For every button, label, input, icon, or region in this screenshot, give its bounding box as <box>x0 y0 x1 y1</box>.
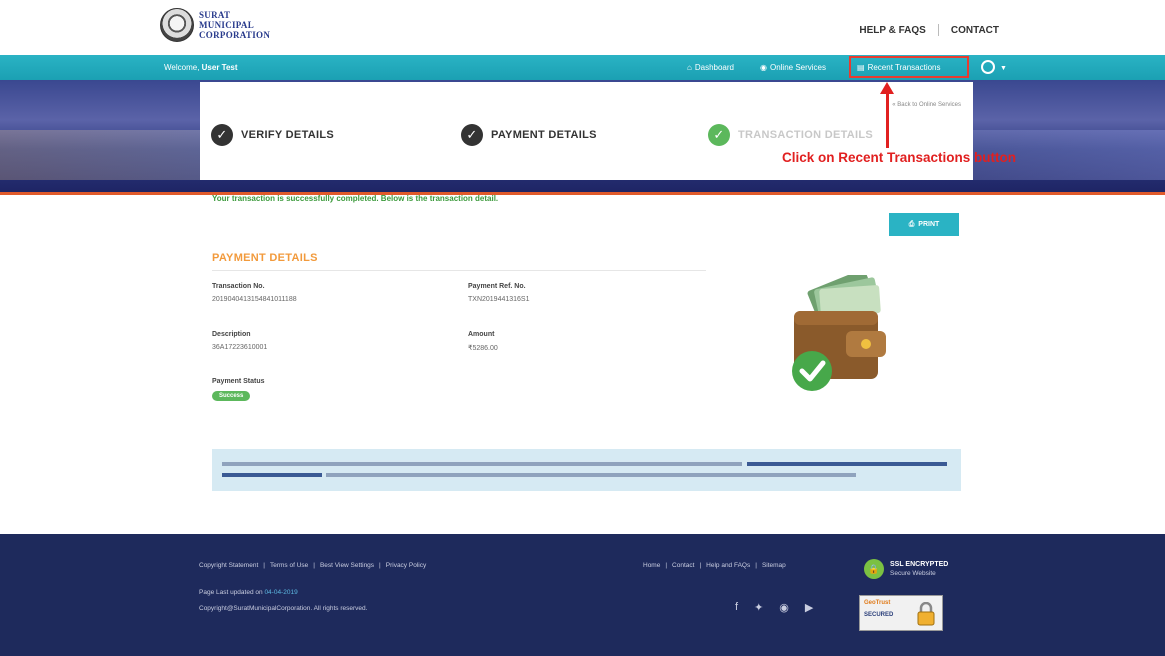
footer-link-sitemap[interactable]: Sitemap <box>762 562 786 569</box>
banner-divider <box>0 192 1165 195</box>
main-navbar: Welcome, User Test ⌂ Dashboard ◉ Online … <box>0 55 1165 80</box>
ssl-subtitle: Secure Website <box>890 570 936 577</box>
section-title: PAYMENT DETAILS <box>212 252 318 264</box>
footer-link-copyright[interactable]: Copyright Statement <box>199 562 258 569</box>
success-message: Your transaction is successfully complet… <box>212 194 499 203</box>
printer-icon: ⎙ <box>908 220 915 228</box>
contact-link[interactable]: CONTACT <box>951 25 999 36</box>
help-faqs-link[interactable]: HELP & FAQS <box>859 25 926 36</box>
ssl-title: SSL ENCRYPTED <box>890 561 949 568</box>
youtube-icon[interactable]: ▶ <box>805 601 813 614</box>
home-icon: ⌂ <box>687 63 692 72</box>
nav-dashboard[interactable]: ⌂ Dashboard <box>687 63 734 72</box>
check-icon: ✓ <box>461 124 483 146</box>
field-transaction-no: Transaction No. 2019040413154841011188 <box>212 283 297 303</box>
notice-text-lines <box>222 462 947 477</box>
recent-transactions-highlight <box>849 56 969 78</box>
ssl-encrypted-badge: 🔒 SSL ENCRYPTED Secure Website <box>864 559 948 579</box>
twitter-icon[interactable]: ✦ <box>754 601 763 614</box>
logo-line-2: MUNICIPAL <box>199 20 255 30</box>
facebook-icon[interactable]: f <box>735 601 738 614</box>
description-label: Description <box>212 331 251 338</box>
footer-link-help[interactable]: Help and FAQs <box>706 562 750 569</box>
amount-value: ₹5286.00 <box>468 345 498 352</box>
back-to-online-services-link[interactable]: « Back to Online Services <box>892 102 961 108</box>
smc-emblem-icon <box>160 8 194 42</box>
chevron-down-icon[interactable]: ▼ <box>1000 65 1007 72</box>
divider: | <box>665 562 668 569</box>
divider: | <box>755 562 757 569</box>
divider: | <box>699 562 702 569</box>
divider: | <box>313 562 315 569</box>
logo-line-3: CORPORATION <box>199 30 271 40</box>
last-updated: Page Last updated on 04-04-2019 <box>199 589 298 596</box>
top-header: SURAT MUNICIPAL CORPORATION HELP & FAQS … <box>0 0 1165 55</box>
step-verify-details: ✓ VERIFY DETAILS <box>211 124 334 146</box>
geotrust-name: GeoTrust <box>864 600 891 606</box>
status-badge: Success <box>212 391 251 401</box>
step-payment-label: PAYMENT DETAILS <box>491 129 597 141</box>
divider: | <box>263 562 265 569</box>
page: SURAT MUNICIPAL CORPORATION HELP & FAQS … <box>0 0 1165 656</box>
globe-icon: ◉ <box>760 63 767 72</box>
annotation-text: Click on Recent Transactions button <box>782 150 1017 165</box>
logo-text: SURAT MUNICIPAL CORPORATION <box>199 10 270 40</box>
payment-status-label: Payment Status <box>212 378 265 385</box>
nav-dashboard-label: Dashboard <box>694 63 734 72</box>
notice-box <box>212 449 961 491</box>
footer-link-best-view[interactable]: Best View Settings <box>320 562 374 569</box>
footer-link-privacy[interactable]: Privacy Policy <box>386 562 426 569</box>
smc-logo[interactable]: SURAT MUNICIPAL CORPORATION <box>160 8 270 42</box>
footer-links-right: Home | Contact | Help and FAQs | Sitemap <box>643 562 786 569</box>
print-label: PRINT <box>918 221 940 228</box>
step-transaction-label: TRANSACTION DETAILS <box>738 129 874 141</box>
field-amount: Amount ₹5286.00 <box>468 331 498 352</box>
last-updated-date: 04-04-2019 <box>264 589 298 596</box>
nav-online-services[interactable]: ◉ Online Services <box>760 63 826 72</box>
print-button[interactable]: ⎙ PRINT <box>889 213 959 236</box>
site-footer: Copyright Statement | Terms of Use | Best … <box>0 534 1165 656</box>
footer-links-left: Copyright Statement | Terms of Use | Best … <box>199 562 426 569</box>
welcome-prefix: Welcome, <box>164 63 200 72</box>
annotation-arrow <box>886 92 889 148</box>
steps-card: « Back to Online Services ✓ VERIFY DETAI… <box>200 82 973 180</box>
geotrust-secured: SECURED <box>864 612 894 618</box>
step-verify-label: VERIFY DETAILS <box>241 129 335 141</box>
description-value: 36A17223610001 <box>212 344 268 351</box>
check-icon: ✓ <box>708 124 730 146</box>
nav-online-services-label: Online Services <box>769 63 827 72</box>
wallet-illustration <box>792 275 886 391</box>
transaction-no-label: Transaction No. <box>212 283 265 290</box>
footer-link-home[interactable]: Home <box>643 562 660 569</box>
field-payment-status: Payment Status Success <box>212 378 265 401</box>
amount-label: Amount <box>468 331 495 338</box>
welcome-text: Welcome, User Test <box>164 63 238 72</box>
lock-icon: 🔒 <box>864 559 884 579</box>
social-links: f ✦ ◉ ▶ <box>735 601 813 614</box>
welcome-user: User Test <box>201 63 238 72</box>
padlock-icon <box>917 602 935 626</box>
logo-line-1: SURAT <box>199 10 231 20</box>
user-icon[interactable] <box>981 60 995 74</box>
step-transaction-details: ✓ TRANSACTION DETAILS <box>708 124 873 146</box>
top-links: HELP & FAQS CONTACT <box>859 24 999 36</box>
divider <box>937 24 939 36</box>
ssl-text: SSL ENCRYPTED Secure Website <box>890 560 948 578</box>
transaction-no-value: 2019040413154841011188 <box>212 296 297 303</box>
check-icon: ✓ <box>211 124 233 146</box>
copyright-text: Copyright@SuratMunicipalCorporation. All… <box>199 605 368 612</box>
step-payment-details: ✓ PAYMENT DETAILS <box>461 124 597 146</box>
field-description: Description 36A17223610001 <box>212 331 267 351</box>
footer-link-contact[interactable]: Contact <box>672 562 694 569</box>
payment-ref-label: Payment Ref. No. <box>468 283 526 290</box>
last-updated-prefix: Page Last updated on <box>199 589 263 596</box>
geotrust-seal[interactable]: GeoTrust SECURED <box>859 595 943 631</box>
field-payment-ref: Payment Ref. No. TXN2019441316S1 <box>468 283 530 303</box>
instagram-icon[interactable]: ◉ <box>779 601 789 614</box>
footer-link-terms[interactable]: Terms of Use <box>270 562 308 569</box>
divider: | <box>379 562 381 569</box>
payment-ref-value: TXN2019441316S1 <box>468 296 530 303</box>
section-divider <box>212 270 706 271</box>
